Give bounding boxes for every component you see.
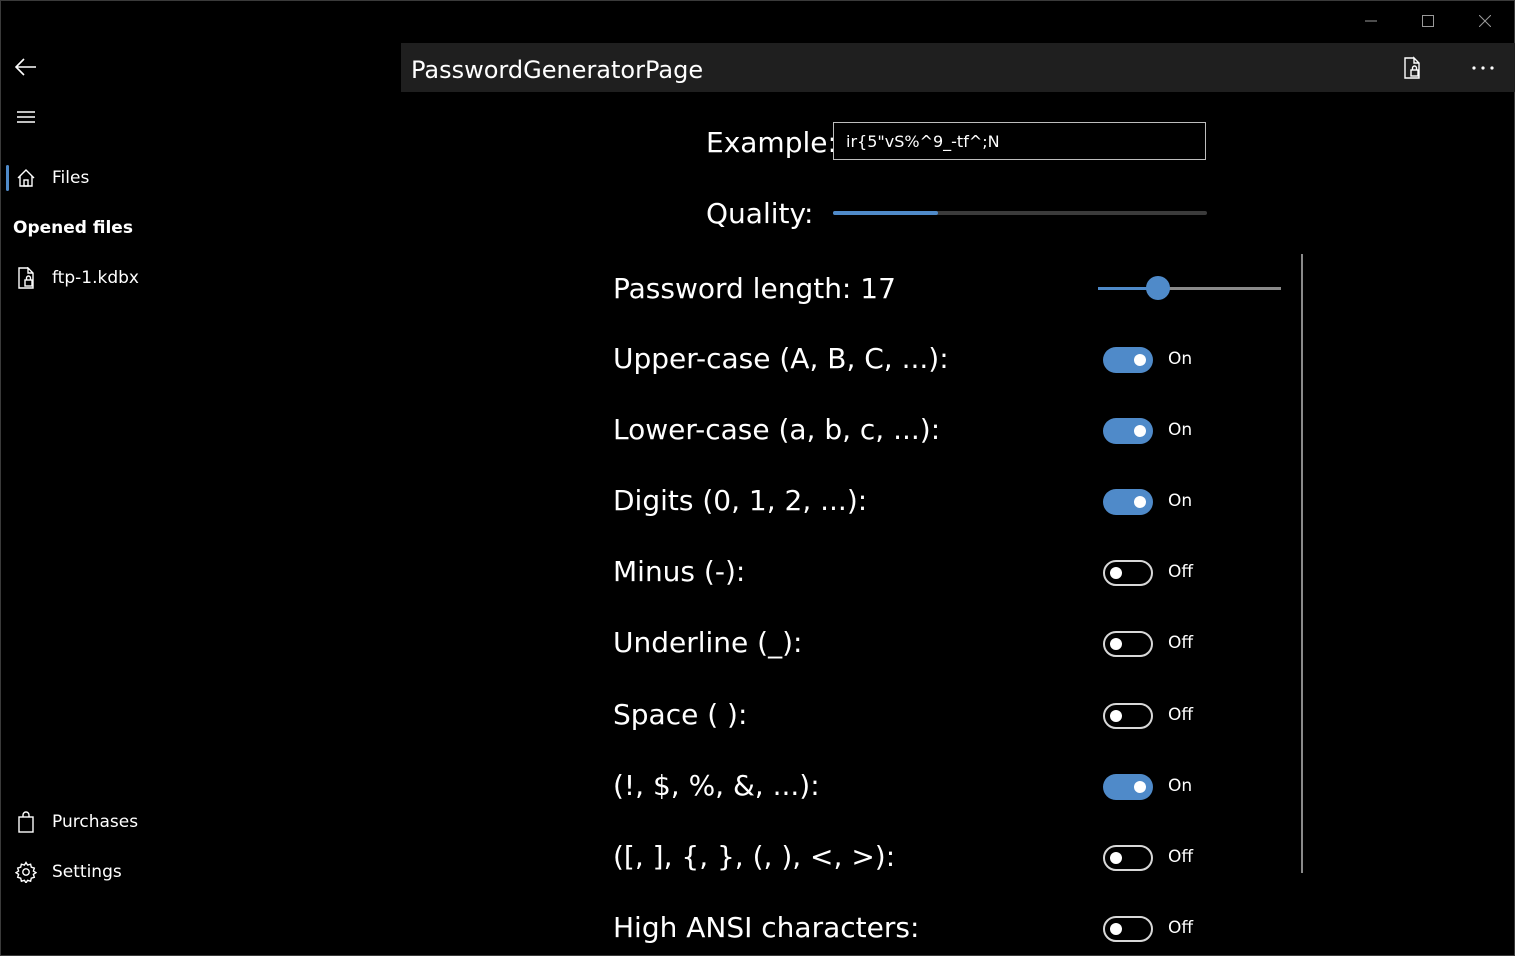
gear-icon — [0, 861, 52, 883]
option-toggle[interactable] — [1103, 489, 1153, 515]
minimize-icon — [1365, 20, 1377, 22]
toggle-state-text: On — [1168, 776, 1193, 796]
toggle-state-text: On — [1168, 420, 1193, 440]
hamburger-button[interactable] — [6, 100, 46, 134]
nav-item-opened-file[interactable]: ftp-1.kdbx — [0, 258, 400, 298]
quality-bar-fill — [833, 211, 938, 215]
option-label: (!, $, %, &, ...): — [613, 769, 820, 802]
option-toggle[interactable] — [1103, 703, 1153, 729]
option-toggle[interactable] — [1103, 418, 1153, 444]
option-toggle[interactable] — [1103, 916, 1153, 942]
toggle-state-text: Off — [1168, 918, 1194, 938]
option-label: Lower-case (a, b, c, ...): — [613, 413, 941, 446]
page-header: PasswordGeneratorPage — [401, 43, 1515, 92]
nav-item-label: ftp-1.kdbx — [52, 268, 139, 288]
hamburger-icon — [17, 111, 35, 123]
option-label: Digits (0, 1, 2, ...): — [613, 484, 868, 517]
nav-item-label: Settings — [52, 862, 122, 882]
option-label: ([, ], {, }, (, ), <, >): — [613, 840, 896, 873]
option-toggle[interactable] — [1103, 347, 1153, 373]
option-label: High ANSI characters: — [613, 911, 920, 944]
close-icon — [1479, 15, 1491, 27]
nav-item-purchases[interactable]: Purchases — [0, 802, 400, 842]
toggle-state-text: Off — [1168, 633, 1194, 653]
toggle-knob — [1110, 638, 1122, 650]
option-label: Upper-case (A, B, C, ...): — [613, 342, 949, 375]
option-label: Minus (-): — [613, 555, 746, 588]
home-icon — [0, 168, 52, 188]
toggle-state-text: Off — [1168, 847, 1194, 867]
option-toggle[interactable] — [1103, 774, 1153, 800]
password-length-slider[interactable] — [1098, 276, 1281, 300]
nav-item-label: Files — [52, 168, 90, 188]
maximize-icon — [1422, 15, 1434, 27]
back-button[interactable] — [6, 50, 46, 84]
option-label: Underline (_): — [613, 626, 803, 659]
toggle-knob — [1134, 781, 1146, 793]
toggle-knob — [1110, 567, 1122, 579]
toggle-knob — [1134, 354, 1146, 366]
toggle-knob — [1110, 923, 1122, 935]
lock-document-icon — [0, 267, 52, 289]
shopping-bag-icon — [0, 811, 52, 833]
toggle-state-text: Off — [1168, 562, 1194, 582]
nav-item-files[interactable]: Files — [0, 158, 400, 198]
toggle-knob — [1134, 425, 1146, 437]
more-icon — [1472, 66, 1494, 70]
scrollbar[interactable] — [1301, 254, 1303, 873]
lock-document-icon — [1404, 56, 1420, 79]
toggle-state-text: Off — [1168, 705, 1194, 725]
example-label: Example: — [706, 126, 837, 159]
option-toggle[interactable] — [1103, 845, 1153, 871]
option-toggle[interactable] — [1103, 631, 1153, 657]
page-title: PasswordGeneratorPage — [411, 56, 704, 84]
toggle-knob — [1134, 496, 1146, 508]
quality-label: Quality: — [706, 197, 814, 230]
option-label: Space ( ): — [613, 698, 748, 731]
nav-item-label: Purchases — [52, 812, 139, 832]
lock-button[interactable] — [1392, 49, 1432, 87]
nav-item-settings[interactable]: Settings — [0, 852, 400, 892]
toggle-knob — [1110, 852, 1122, 864]
minimize-button[interactable] — [1348, 4, 1394, 38]
example-password-field[interactable] — [833, 122, 1206, 160]
back-arrow-icon — [15, 58, 36, 76]
toggle-knob — [1110, 710, 1122, 722]
password-length-label: Password length: 17 — [613, 272, 896, 305]
option-toggle[interactable] — [1103, 560, 1153, 586]
maximize-button[interactable] — [1405, 4, 1451, 38]
toggle-state-text: On — [1168, 349, 1193, 369]
slider-thumb[interactable] — [1145, 276, 1170, 300]
more-button[interactable] — [1463, 49, 1503, 87]
quality-bar — [833, 211, 1207, 215]
close-button[interactable] — [1462, 4, 1508, 38]
toggle-state-text: On — [1168, 491, 1193, 511]
opened-files-header: Opened files — [13, 218, 133, 238]
